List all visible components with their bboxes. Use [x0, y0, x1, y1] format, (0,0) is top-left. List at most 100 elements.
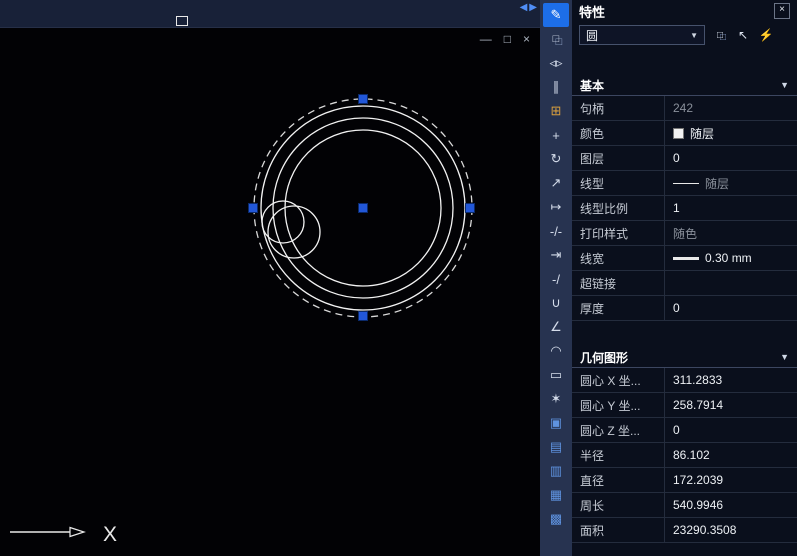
match-properties-icon[interactable]: ✎: [543, 3, 569, 27]
dock-right-icon[interactable]: ▶: [529, 2, 537, 13]
ucs-icon: X: [10, 523, 117, 546]
object-selector-row: 圆 ▼ □↖⚡: [572, 22, 797, 45]
grip-handle[interactable]: [359, 95, 368, 104]
value-text: 随层: [705, 175, 729, 192]
property-value[interactable]: 0: [664, 418, 797, 442]
color-swatch: [673, 128, 684, 139]
stretch-icon[interactable]: ↦: [543, 195, 569, 219]
property-row: 圆心 Z 坐...0: [572, 418, 797, 443]
property-row: 线宽0.30 mm: [572, 246, 797, 271]
draw-order-back-icon[interactable]: ▤: [543, 435, 569, 459]
property-value[interactable]: 1: [664, 196, 797, 220]
restore-icon[interactable]: □: [504, 32, 511, 46]
property-row: 线型随层: [572, 171, 797, 196]
collapse-chevron-icon[interactable]: ▼: [780, 80, 789, 90]
section-title: 几何图形: [580, 349, 628, 366]
property-value[interactable]: 0: [664, 296, 797, 320]
value-text: 0: [673, 151, 680, 165]
draw-order-below-icon[interactable]: ▦: [543, 483, 569, 507]
value-text: 540.9946: [673, 498, 723, 512]
fillet-icon[interactable]: ◠: [543, 339, 569, 363]
property-value[interactable]: 随层: [664, 171, 797, 195]
toolbar-drag-handle[interactable]: [176, 16, 188, 26]
value-text: 随色: [673, 225, 697, 242]
section-title: 基本: [580, 77, 604, 94]
property-value[interactable]: 311.2833: [664, 368, 797, 392]
property-row: 句柄242: [572, 96, 797, 121]
property-value[interactable]: 随层: [664, 121, 797, 145]
section-header[interactable]: 基本 ▼: [572, 75, 797, 96]
drawing-canvas[interactable]: X — □ ×: [0, 28, 540, 556]
property-value[interactable]: 172.2039: [664, 468, 797, 492]
property-value[interactable]: 23290.3508: [664, 518, 797, 542]
copy-icon[interactable]: □: [543, 27, 569, 51]
property-value[interactable]: 242: [664, 96, 797, 120]
properties-panel: 特性 × 圆 ▼ □↖⚡ 基本▼句柄242颜色随层图层0线型随层线型比例1打印样…: [572, 0, 797, 556]
panel-sections: 基本▼句柄242颜色随层图层0线型随层线型比例1打印样式随色线宽0.30 mm超…: [572, 75, 797, 543]
property-label: 句柄: [572, 96, 664, 120]
collapse-chevron-icon[interactable]: ▼: [780, 352, 789, 362]
grip-handle[interactable]: [466, 204, 475, 213]
object-type-dropdown[interactable]: 圆 ▼: [579, 25, 705, 45]
property-value[interactable]: 540.9946: [664, 493, 797, 517]
chamfer-icon[interactable]: ∠: [543, 315, 569, 339]
property-value[interactable]: 0: [664, 146, 797, 170]
value-text: 23290.3508: [673, 523, 736, 537]
panel-close-icon[interactable]: ×: [774, 3, 790, 19]
panel-title: 特性: [579, 2, 605, 21]
draw-order-above-icon[interactable]: ▥: [543, 459, 569, 483]
rectangle-icon[interactable]: ▭: [543, 363, 569, 387]
array-icon[interactable]: ⊞: [543, 99, 569, 123]
property-value[interactable]: 258.7914: [664, 393, 797, 417]
quick-select-icon[interactable]: ⚡: [756, 26, 776, 44]
grip-handle[interactable]: [249, 204, 258, 213]
break-icon[interactable]: ∪: [543, 291, 569, 315]
section-header[interactable]: 几何图形 ▼: [572, 347, 797, 368]
property-label: 线宽: [572, 246, 664, 270]
property-row: 圆心 Y 坐...258.7914: [572, 393, 797, 418]
modify-toolbar: ✎□◃▹∥⊞+↻↗↦-/-⇥-/∪∠◠▭✶▣▤▥▦▩: [540, 0, 572, 556]
chevron-down-icon: ▼: [690, 31, 698, 40]
dock-left-icon[interactable]: ◀: [520, 2, 528, 13]
line-sample: [673, 183, 699, 184]
scale-icon[interactable]: ↗: [543, 171, 569, 195]
offset-icon[interactable]: ∥: [543, 75, 569, 99]
property-row: 图层0: [572, 146, 797, 171]
value-text: 86.102: [673, 448, 710, 462]
properties-panel-header: 特性 ×: [572, 0, 797, 22]
property-value[interactable]: 随色: [664, 221, 797, 245]
property-label: 打印样式: [572, 221, 664, 245]
grip-handle[interactable]: [359, 204, 368, 213]
mirror-icon[interactable]: ◃▹: [543, 51, 569, 75]
property-value[interactable]: 0.30 mm: [664, 246, 797, 270]
property-label: 圆心 Z 坐...: [572, 418, 664, 442]
property-label: 圆心 X 坐...: [572, 368, 664, 392]
move-icon[interactable]: +: [543, 123, 569, 147]
value-text: 随层: [690, 125, 714, 142]
property-row: 面积 23290.3508: [572, 518, 797, 543]
property-row: 打印样式随色: [572, 221, 797, 246]
property-row: 圆心 X 坐...311.2833: [572, 368, 797, 393]
property-row: 超链接: [572, 271, 797, 296]
grip-handle[interactable]: [359, 312, 368, 321]
value-text: 1: [673, 201, 680, 215]
value-text: 0: [673, 301, 680, 315]
explode-icon[interactable]: ✶: [543, 387, 569, 411]
property-label: 直径: [572, 468, 664, 492]
trim-icon[interactable]: -/-: [543, 219, 569, 243]
property-label: 超链接: [572, 271, 664, 295]
pickadd-toggle-icon[interactable]: □: [710, 26, 730, 44]
minimize-icon[interactable]: —: [480, 32, 492, 46]
select-objects-icon[interactable]: ↖: [733, 26, 753, 44]
app-top-bar: ◀ ▶: [0, 0, 540, 28]
draw-order-front-icon[interactable]: ▣: [543, 411, 569, 435]
property-value[interactable]: [664, 271, 797, 295]
rotate-icon[interactable]: ↻: [543, 147, 569, 171]
property-value[interactable]: 86.102: [664, 443, 797, 467]
extend-icon[interactable]: ⇥: [543, 243, 569, 267]
property-label: 面积: [572, 518, 664, 542]
break-at-point-icon[interactable]: -/: [543, 267, 569, 291]
property-label: 线型比例: [572, 196, 664, 220]
close-icon[interactable]: ×: [523, 32, 530, 46]
draw-order-annotation-icon[interactable]: ▩: [543, 507, 569, 531]
